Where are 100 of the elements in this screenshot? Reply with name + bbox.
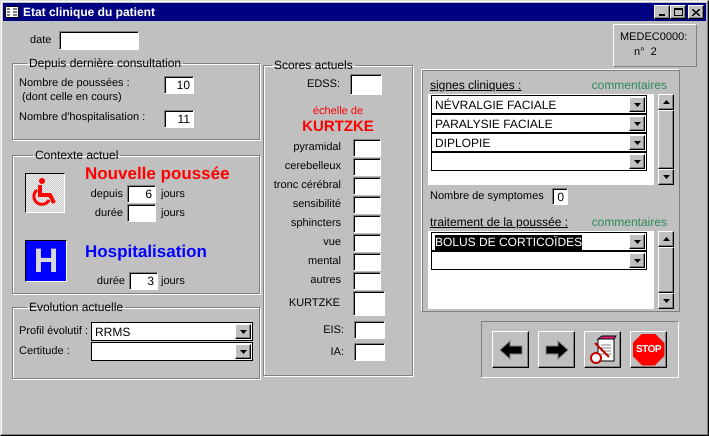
unit-label: jours bbox=[161, 206, 185, 221]
input-field[interactable] bbox=[353, 214, 381, 232]
field-label: sphincters bbox=[290, 216, 341, 232]
combo-box[interactable]: RRMS bbox=[91, 322, 253, 341]
record-code: MEDEC0000: bbox=[620, 30, 688, 45]
field-label: autres bbox=[310, 273, 341, 288]
combo-box[interactable]: NÉVRALGIE FACIALE bbox=[431, 95, 647, 114]
input-field[interactable]: 0 bbox=[552, 188, 568, 205]
field-label: depuis bbox=[90, 186, 124, 202]
input-field[interactable] bbox=[353, 272, 381, 290]
dropdown-button[interactable] bbox=[629, 253, 645, 268]
field-label: durée bbox=[96, 274, 126, 289]
field-label: pyramidal bbox=[293, 140, 341, 156]
field-label: date bbox=[30, 33, 52, 48]
field-sublabel: (dont celle en cours) bbox=[21, 90, 123, 104]
input-field[interactable] bbox=[353, 252, 381, 270]
field-label: mental bbox=[308, 254, 341, 270]
input-field[interactable] bbox=[354, 343, 385, 361]
dropdown-button[interactable] bbox=[629, 154, 645, 169]
field-label: IA: bbox=[330, 344, 344, 360]
caret-icon bbox=[634, 240, 640, 244]
section-heading: Nouvelle poussée bbox=[85, 164, 230, 184]
combo-box[interactable]: BOLUS DE CORTICOÏDES bbox=[431, 232, 647, 251]
caret-icon bbox=[634, 140, 640, 144]
input-field[interactable]: 11 bbox=[164, 110, 194, 128]
right-arrow-icon bbox=[544, 338, 570, 360]
caret-icon bbox=[634, 160, 640, 164]
combo-box[interactable] bbox=[431, 251, 647, 270]
input-field[interactable] bbox=[353, 138, 381, 156]
field-label: Nombre de poussées : bbox=[19, 76, 131, 90]
input-field[interactable]: 6 bbox=[127, 185, 156, 203]
close-button[interactable] bbox=[688, 5, 704, 19]
unit-label: jours bbox=[161, 274, 185, 289]
group-title: Evolution actuelle bbox=[28, 300, 124, 314]
scroll-thumb[interactable] bbox=[658, 247, 674, 293]
field-label: vue bbox=[323, 235, 341, 250]
hospital-sign-icon: H bbox=[25, 240, 67, 282]
down-arrow-icon bbox=[662, 175, 670, 179]
scale-title: KURTZKE bbox=[301, 118, 375, 135]
input-field[interactable] bbox=[353, 291, 385, 316]
field-label: EDSS: bbox=[306, 77, 340, 92]
maximize-button[interactable] bbox=[670, 5, 686, 19]
record-number: n° 2 bbox=[633, 45, 658, 60]
input-field[interactable] bbox=[353, 158, 381, 176]
input-field[interactable]: 3 bbox=[129, 272, 158, 290]
wheelchair-icon bbox=[25, 173, 65, 213]
field-label: Nombre d'hospitalisation : bbox=[19, 110, 146, 124]
notepad-icon bbox=[588, 334, 618, 364]
section-label: traitement de la poussée : bbox=[430, 214, 568, 231]
input-field[interactable] bbox=[127, 204, 156, 222]
forward-button[interactable] bbox=[538, 331, 575, 368]
up-arrow-icon bbox=[662, 237, 670, 241]
field-label: sensibilité bbox=[292, 197, 341, 212]
group-title: Depuis dernière consultation bbox=[28, 56, 182, 70]
combo-box[interactable] bbox=[431, 152, 647, 171]
dropdown-button[interactable] bbox=[235, 324, 251, 339]
left-arrow-icon bbox=[498, 338, 524, 360]
scrollbar[interactable] bbox=[658, 94, 674, 185]
input-field[interactable] bbox=[353, 196, 381, 214]
caret-icon bbox=[634, 102, 640, 106]
back-button[interactable] bbox=[492, 331, 529, 368]
date-field[interactable] bbox=[59, 31, 140, 50]
form-icon bbox=[5, 6, 19, 18]
field-label: cerebelleux bbox=[284, 159, 341, 174]
section-label: signes cliniques : bbox=[430, 77, 522, 94]
unit-label: jours bbox=[161, 186, 185, 202]
scroll-thumb[interactable] bbox=[658, 110, 674, 169]
input-field[interactable]: 10 bbox=[164, 76, 194, 94]
caret-icon bbox=[634, 258, 640, 262]
input-field[interactable] bbox=[350, 74, 382, 95]
minimize-button[interactable] bbox=[654, 5, 670, 19]
window-title: Etat clinique du patient bbox=[23, 4, 156, 21]
input-field[interactable] bbox=[354, 321, 385, 339]
scroll-down-button[interactable] bbox=[658, 293, 674, 309]
field-label: tronc cérébral bbox=[274, 178, 341, 194]
scrollbar[interactable] bbox=[658, 231, 674, 309]
input-field[interactable] bbox=[353, 176, 381, 194]
group-title: Contexte actuel bbox=[34, 148, 120, 162]
dropdown-button[interactable] bbox=[629, 116, 645, 131]
field-label: Certitude : bbox=[19, 344, 71, 360]
combo-box[interactable] bbox=[91, 342, 253, 361]
field-label: durée bbox=[94, 206, 124, 221]
close-icon bbox=[692, 8, 700, 16]
field-label: EIS: bbox=[323, 322, 344, 338]
combo-box[interactable]: DIPLOPIE bbox=[431, 133, 647, 152]
down-arrow-icon bbox=[662, 299, 670, 303]
dropdown-button[interactable] bbox=[629, 135, 645, 150]
scroll-down-button[interactable] bbox=[658, 169, 674, 185]
combo-box[interactable]: PARALYSIE FACIALE bbox=[431, 114, 647, 133]
section-heading: Hospitalisation bbox=[85, 242, 207, 262]
field-label: Nombre de symptomes bbox=[430, 189, 545, 204]
dropdown-button[interactable] bbox=[629, 234, 645, 249]
scroll-up-button[interactable] bbox=[658, 231, 674, 247]
dropdown-button[interactable] bbox=[235, 344, 251, 359]
field-label: KURTZKE bbox=[288, 296, 340, 312]
field-label: Profil évolutif : bbox=[19, 324, 90, 340]
dropdown-button[interactable] bbox=[629, 97, 645, 112]
notepad-button[interactable] bbox=[584, 331, 621, 368]
input-field[interactable] bbox=[353, 234, 381, 252]
scroll-up-button[interactable] bbox=[658, 94, 674, 110]
